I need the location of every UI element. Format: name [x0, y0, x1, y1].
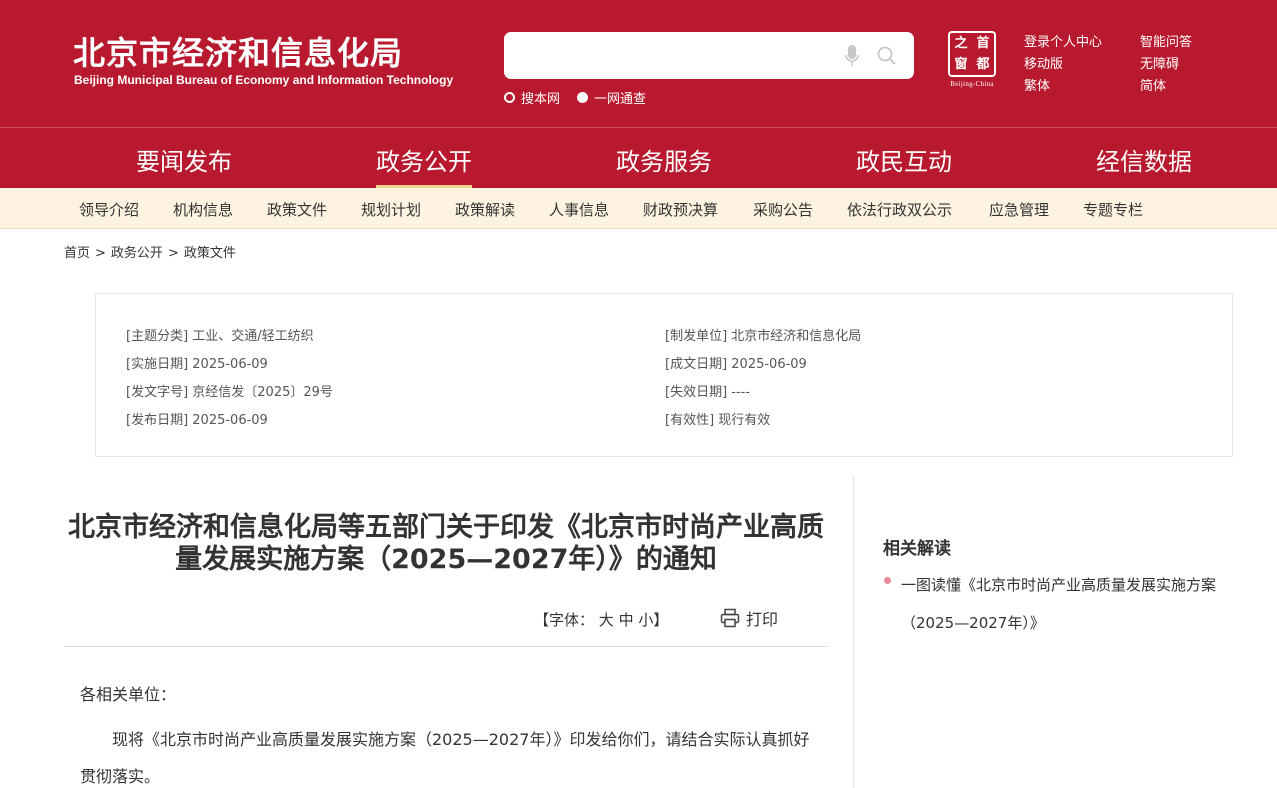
- article-title: 北京市经济和信息化局等五部门关于印发《北京市时尚产业高质量发展实施方案（2025…: [68, 512, 824, 575]
- font-size-small[interactable]: 小: [638, 611, 653, 629]
- subnav-leaders[interactable]: 领导介绍: [79, 199, 139, 220]
- meta-issuer: [制发单位] 北京市经济和信息化局: [665, 329, 862, 344]
- capital-window-seal[interactable]: 之 首 窗 都 Beijing-China: [946, 31, 998, 91]
- search-scope-all-label: 一网通查: [594, 92, 647, 107]
- subnav-policy-docs[interactable]: 政策文件: [267, 199, 327, 220]
- breadcrumb: 首页 > 政务公开 > 政策文件: [64, 242, 236, 261]
- nav-data[interactable]: 经信数据: [1096, 142, 1192, 177]
- main-nav: 要闻发布 政务公开 政务服务 政民互动 经信数据: [0, 127, 1277, 188]
- printer-icon: [720, 608, 740, 628]
- meta-expiry-date: [失效日期] ----: [665, 385, 751, 400]
- subnav-policy-interpretation[interactable]: 政策解读: [455, 199, 515, 220]
- font-size-label: 【字体：: [534, 611, 595, 629]
- divider: [64, 646, 828, 647]
- site-title-cn[interactable]: 北京市经济和信息化局: [73, 28, 403, 74]
- radio-unselected-icon[interactable]: [577, 92, 588, 103]
- seal-logo: 之 首 窗 都: [948, 31, 996, 77]
- search-scope-site[interactable]: 搜本网: [504, 88, 560, 107]
- nav-news[interactable]: 要闻发布: [136, 142, 232, 177]
- search-scope-all[interactable]: 一网通查: [577, 88, 646, 107]
- column-divider: [853, 476, 854, 788]
- seal-char: 窗: [954, 57, 968, 72]
- print-label: 打印: [746, 610, 779, 629]
- subnav-special-topics[interactable]: 专题专栏: [1083, 199, 1143, 220]
- meta-validity: [有效性] 现行有效: [665, 413, 771, 428]
- seal-char: 之: [954, 36, 968, 51]
- seal-char: 都: [976, 57, 990, 72]
- login-link[interactable]: 登录个人中心: [1024, 31, 1102, 50]
- meta-topic: [主题分类] 工业、交通/轻工纺织: [126, 329, 314, 344]
- meta-written-date: [成文日期] 2025-06-09: [665, 357, 807, 372]
- breadcrumb-separator: >: [167, 246, 179, 261]
- bullet-icon: [884, 577, 891, 584]
- breadcrumb-separator: >: [95, 246, 106, 261]
- subnav-admin-disclosure[interactable]: 依法行政双公示: [847, 199, 952, 220]
- breadcrumb-policy-docs[interactable]: 政策文件: [184, 246, 236, 261]
- site-title-en[interactable]: Beijing Municipal Bureau of Economy and …: [74, 73, 453, 87]
- breadcrumb-gov-affairs[interactable]: 政务公开: [111, 246, 163, 261]
- smart-qa-link[interactable]: 智能问答: [1140, 31, 1192, 50]
- document-meta: [主题分类] 工业、交通/轻工纺织 [实施日期] 2025-06-09 [发文字…: [95, 293, 1233, 457]
- simplified-chinese-link[interactable]: 简体: [1140, 75, 1166, 94]
- search-input[interactable]: [504, 32, 914, 79]
- site-header: 北京市经济和信息化局 Beijing Municipal Bureau of E…: [0, 0, 1277, 127]
- font-size-control: 【字体： 大 中 小】: [534, 609, 668, 630]
- subnav-emergency[interactable]: 应急管理: [989, 199, 1049, 220]
- accessibility-link[interactable]: 无障碍: [1140, 53, 1179, 72]
- subnav-budget[interactable]: 财政预决算: [643, 199, 718, 220]
- seal-caption: Beijing-China: [950, 80, 994, 88]
- related-interpretation-title: 相关解读: [883, 539, 951, 559]
- nav-gov-services[interactable]: 政务服务: [616, 142, 712, 177]
- breadcrumb-home[interactable]: 首页: [64, 246, 90, 261]
- nav-interaction[interactable]: 政民互动: [856, 142, 952, 177]
- article-salutation: 各相关单位：: [80, 685, 177, 704]
- subnav-procurement[interactable]: 采购公告: [753, 199, 813, 220]
- microphone-icon[interactable]: [844, 44, 860, 68]
- radio-selected-icon[interactable]: [504, 92, 515, 103]
- search-icon[interactable]: [876, 45, 898, 67]
- font-size-medium[interactable]: 中: [619, 611, 634, 629]
- traditional-chinese-link[interactable]: 繁体: [1024, 75, 1050, 94]
- meta-effective-date: [实施日期] 2025-06-09: [126, 357, 268, 372]
- meta-publish-date: [发布日期] 2025-06-09: [126, 413, 268, 428]
- seal-char: 首: [976, 36, 990, 51]
- nav-gov-affairs[interactable]: 政务公开: [376, 142, 472, 177]
- meta-doc-number: [发文字号] 京经信发〔2025〕29号: [126, 385, 333, 400]
- article-paragraph: 现将《北京市时尚产业高质量发展实施方案（2025—2027年）》印发给你们，请结…: [80, 730, 810, 786]
- subnav-org-info[interactable]: 机构信息: [173, 199, 233, 220]
- search-scope-site-label: 搜本网: [521, 92, 561, 107]
- subnav-plans[interactable]: 规划计划: [361, 199, 421, 220]
- print-button[interactable]: 打印: [720, 606, 778, 630]
- font-size-large[interactable]: 大: [599, 611, 614, 629]
- mobile-version-link[interactable]: 移动版: [1024, 53, 1063, 72]
- subnav-personnel[interactable]: 人事信息: [549, 199, 609, 220]
- sub-nav: 领导介绍 机构信息 政策文件 规划计划 政策解读 人事信息 财政预决算 采购公告…: [0, 188, 1277, 229]
- font-size-close: 】: [653, 611, 669, 629]
- related-interpretation-link[interactable]: 一图读懂《北京市时尚产业高质量发展实施方案（2025—2027年）》: [901, 566, 1246, 642]
